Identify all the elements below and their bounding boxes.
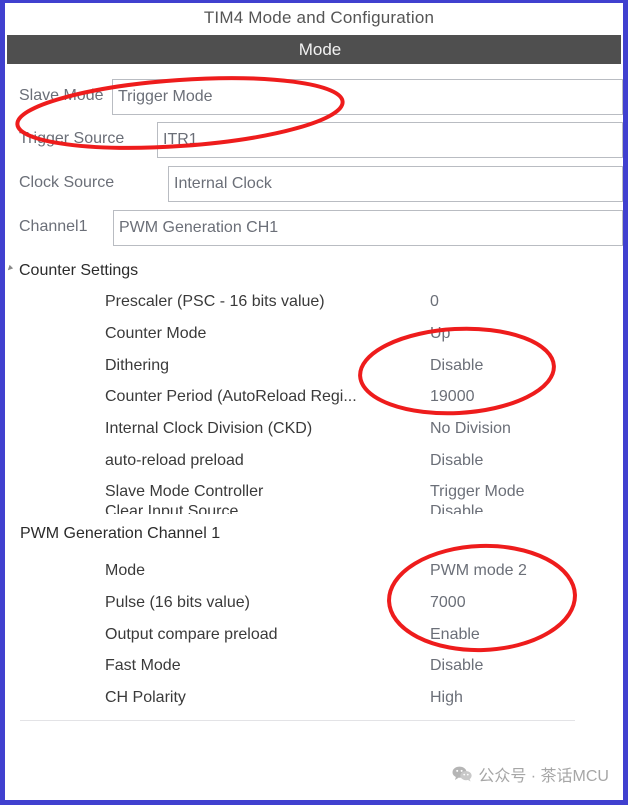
table-row[interactable]: Output compare preload Enable bbox=[5, 626, 623, 653]
table-row[interactable]: Counter Period (AutoReload Regi... 19000 bbox=[5, 388, 623, 415]
window-title: TIM4 Mode and Configuration bbox=[203, 7, 435, 27]
table-row[interactable]: Internal Clock Division (CKD) No Divisio… bbox=[5, 420, 623, 447]
prop-value: High bbox=[430, 689, 463, 706]
prop-value: No Division bbox=[430, 420, 511, 437]
prop-name: Fast Mode bbox=[105, 657, 181, 674]
prop-name: Counter Period (AutoReload Regi... bbox=[105, 388, 357, 405]
prop-value: 7000 bbox=[430, 594, 466, 611]
mode-section-bar: Mode bbox=[7, 35, 621, 64]
wechat-icon bbox=[452, 766, 472, 782]
pwm-channel-group-header[interactable]: PWM Generation Channel 1 bbox=[20, 525, 220, 543]
prop-value: Trigger Mode bbox=[430, 483, 525, 500]
trigger-source-label: Trigger Source bbox=[19, 130, 125, 147]
trigger-source-value: ITR1 bbox=[163, 131, 198, 148]
prop-name: Prescaler (PSC - 16 bits value) bbox=[105, 293, 325, 310]
section-divider bbox=[20, 720, 575, 721]
prop-name: Dithering bbox=[105, 357, 170, 374]
prop-value: Up bbox=[430, 325, 451, 342]
counter-settings-group-header[interactable]: ▾ Counter Settings bbox=[5, 262, 139, 280]
table-row[interactable]: auto-reload preload Disable bbox=[5, 452, 623, 479]
tim4-configuration-window: TIM4 Mode and Configuration Mode Slave M… bbox=[0, 0, 628, 805]
slave-mode-dropdown[interactable]: Trigger Mode bbox=[112, 79, 623, 115]
channel1-value: PWM Generation CH1 bbox=[119, 219, 279, 236]
counter-settings-label: Counter Settings bbox=[19, 262, 139, 279]
prop-name: Mode bbox=[105, 562, 146, 579]
clock-source-label: Clock Source bbox=[19, 174, 115, 191]
slave-mode-label: Slave Mode bbox=[19, 87, 104, 104]
chevron-down-icon: ▾ bbox=[3, 262, 16, 275]
mode-section-label: Mode bbox=[298, 39, 342, 59]
prop-value: Disable bbox=[430, 357, 484, 374]
table-row[interactable]: Dithering Disable bbox=[5, 357, 623, 384]
prop-name: Internal Clock Division (CKD) bbox=[105, 420, 313, 437]
window-title-bar: TIM4 Mode and Configuration bbox=[5, 3, 623, 32]
trigger-source-dropdown[interactable]: ITR1 bbox=[157, 122, 623, 158]
table-row[interactable]: Prescaler (PSC - 16 bits value) 0 bbox=[5, 293, 623, 320]
clock-source-value: Internal Clock bbox=[174, 175, 272, 192]
prop-value: Disable bbox=[430, 503, 484, 514]
prop-value: PWM mode 2 bbox=[430, 562, 527, 579]
prop-name: Counter Mode bbox=[105, 325, 207, 342]
clock-source-dropdown[interactable]: Internal Clock bbox=[168, 166, 623, 202]
prop-name: auto-reload preload bbox=[105, 452, 244, 469]
slave-mode-value: Trigger Mode bbox=[118, 88, 213, 105]
watermark: 公众号 · 茶话MCU bbox=[452, 762, 609, 786]
table-row[interactable]: Counter Mode Up bbox=[5, 325, 623, 352]
table-row[interactable]: Pulse (16 bits value) 7000 bbox=[5, 594, 623, 621]
table-row[interactable]: Mode PWM mode 2 bbox=[5, 562, 623, 589]
channel1-label: Channel1 bbox=[19, 218, 88, 235]
pwm-channel-label: PWM Generation Channel 1 bbox=[20, 525, 221, 542]
prop-value: Disable bbox=[430, 657, 484, 674]
prop-value: Disable bbox=[430, 452, 484, 469]
prop-value: 19000 bbox=[430, 388, 475, 405]
table-row[interactable]: Fast Mode Disable bbox=[5, 657, 623, 684]
prop-name: Output compare preload bbox=[105, 626, 278, 643]
prop-name: CH Polarity bbox=[105, 689, 186, 706]
table-row[interactable]: CH Polarity High bbox=[5, 689, 623, 716]
channel1-dropdown[interactable]: PWM Generation CH1 bbox=[113, 210, 623, 246]
watermark-text: 公众号 · 茶话MCU bbox=[478, 768, 609, 785]
prop-value: Enable bbox=[430, 626, 480, 643]
table-row[interactable]: Clear Input Source Disable bbox=[5, 503, 623, 514]
prop-name: Slave Mode Controller bbox=[105, 483, 264, 500]
prop-name: Pulse (16 bits value) bbox=[105, 594, 250, 611]
prop-name: Clear Input Source bbox=[105, 503, 239, 514]
prop-value: 0 bbox=[430, 293, 439, 310]
